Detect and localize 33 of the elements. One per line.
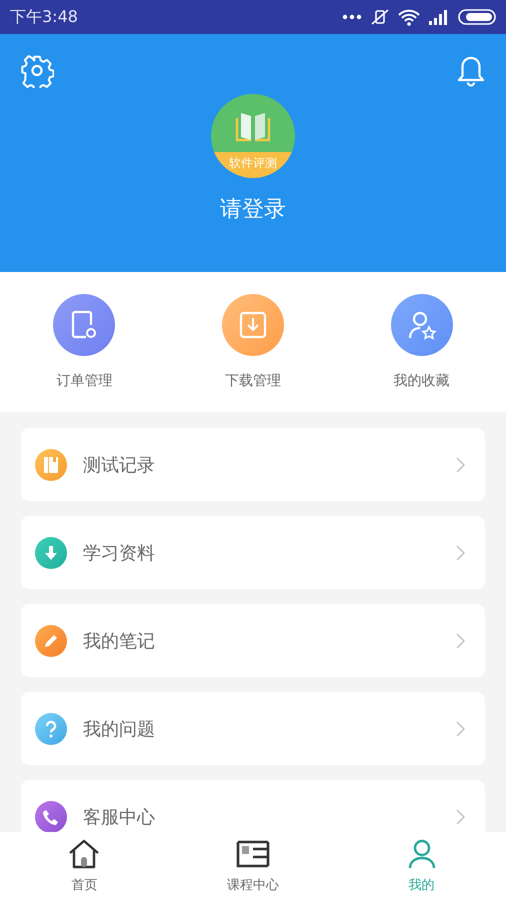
- quick-action[interactable]: 我的收藏: [362, 294, 482, 390]
- chevron-right-icon: [455, 720, 465, 736]
- login-link[interactable]: 请登录: [220, 194, 286, 224]
- quick-action[interactable]: 下载管理: [192, 294, 313, 390]
- signal-icon: [428, 9, 450, 25]
- chevron-right-icon: [455, 808, 465, 824]
- menu-item[interactable]: 我的问题: [21, 692, 485, 765]
- menu-item[interactable]: 我的笔记: [21, 604, 485, 677]
- house-icon: [67, 838, 102, 870]
- quick-action[interactable]: 订单管理: [24, 294, 144, 390]
- user-star-icon: [408, 310, 436, 340]
- battery-icon: [458, 9, 496, 25]
- more-dots-icon: [342, 14, 362, 20]
- download-icon: [35, 536, 67, 568]
- chevron-right-icon: [455, 456, 465, 472]
- vibrate-off-icon: [370, 8, 390, 26]
- download-icon: [238, 310, 267, 340]
- menu-item[interactable]: 客服中心: [21, 780, 485, 832]
- menu-item[interactable]: 学习资料: [21, 516, 485, 589]
- chevron-right-icon: [455, 544, 465, 560]
- wifi-icon: [398, 8, 420, 26]
- notebook-icon: [35, 448, 67, 480]
- question-icon: [35, 712, 67, 744]
- pencil-icon: [35, 624, 67, 656]
- menu-item[interactable]: 测试记录: [21, 428, 485, 501]
- settings-icon[interactable]: [20, 54, 54, 88]
- status-time: 下午3:48: [10, 6, 78, 28]
- document-gear-icon: [70, 310, 98, 340]
- bell-icon[interactable]: [456, 55, 486, 87]
- chevron-right-icon: [455, 632, 465, 648]
- nav-tab[interactable]: 课程中心: [192, 838, 313, 894]
- nav-tab[interactable]: 首页: [24, 838, 144, 894]
- nav-tab[interactable]: 我的: [362, 838, 482, 894]
